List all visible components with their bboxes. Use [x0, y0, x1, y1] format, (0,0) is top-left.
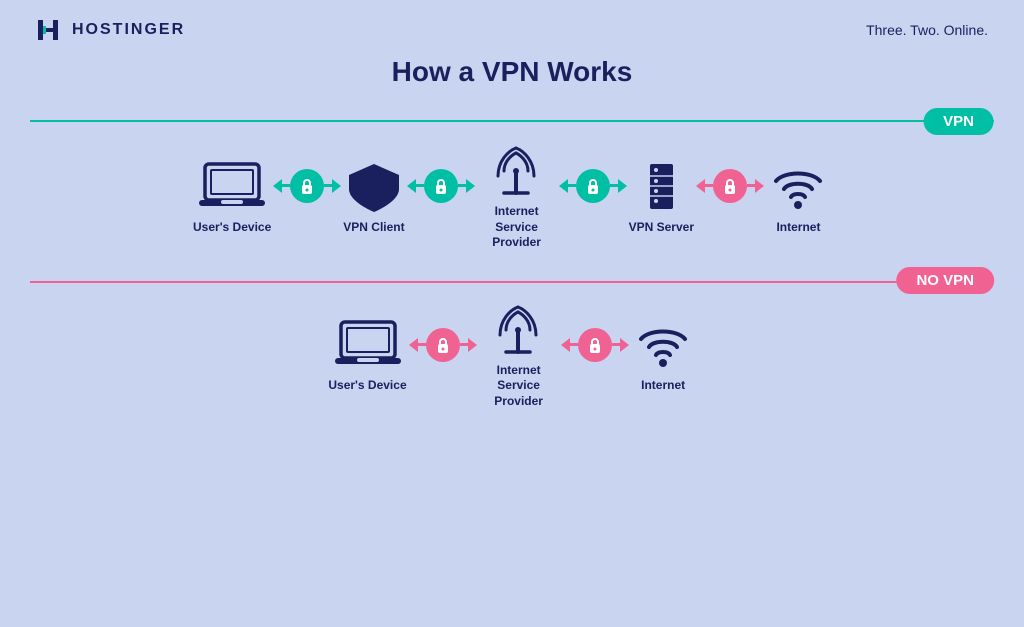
arrow-left-icon	[409, 338, 418, 352]
arrow-stem	[568, 184, 576, 187]
lock-green-icon	[576, 169, 610, 203]
vpn-server-label: VPN Server	[629, 220, 694, 236]
arrow-stem	[418, 343, 426, 346]
logo-text: HOSTINGER	[72, 21, 185, 39]
page: HOSTINGER Three. Two. Online. How a VPN …	[0, 0, 1024, 627]
vpn-arrow-4	[696, 169, 764, 203]
arrow-right-icon	[466, 179, 475, 193]
vpn-client: VPN Client	[343, 159, 404, 236]
arrow-stem	[324, 184, 332, 187]
laptop-icon-2	[333, 317, 403, 372]
arrow-right-icon	[620, 338, 629, 352]
vpn-isp-label: Internet Service Provider	[477, 204, 557, 251]
antenna-icon-2	[486, 302, 551, 357]
lock-red-icon	[578, 328, 612, 362]
novpn-user-device: User's Device	[328, 317, 406, 394]
arrow-left-icon	[273, 179, 282, 193]
vpn-icon-row: User's Device	[30, 143, 994, 251]
logo: HOSTINGER	[36, 18, 185, 42]
vpn-internet: Internet	[766, 159, 831, 236]
arrow-right-icon	[618, 179, 627, 193]
arrow-stem	[416, 184, 424, 187]
arrow-left-icon	[407, 179, 416, 193]
vpn-user-device-label: User's Device	[193, 220, 271, 236]
shield-icon	[344, 159, 404, 214]
vpn-internet-label: Internet	[776, 220, 820, 236]
arrow-left-icon	[559, 179, 568, 193]
arrow-right-icon	[332, 179, 341, 193]
novpn-section: NO VPN User's Device	[30, 259, 994, 410]
vpn-section: VPN User's Device	[30, 98, 994, 259]
arrow-stem	[612, 343, 620, 346]
lock-green-icon	[424, 169, 458, 203]
arrow-stem	[610, 184, 618, 187]
wifi-icon	[766, 159, 831, 214]
lock-red-icon	[426, 328, 460, 362]
wifi-icon-2	[631, 317, 696, 372]
vpn-isp: Internet Service Provider	[477, 143, 557, 251]
novpn-icon-row: User's Device	[30, 302, 994, 410]
novpn-arrow-2	[561, 328, 629, 362]
vpn-arrow-1	[273, 169, 341, 203]
novpn-badge: NO VPN	[896, 267, 994, 294]
vpn-arrow-3	[559, 169, 627, 203]
hostinger-logo-icon	[36, 18, 64, 42]
vpn-server: VPN Server	[629, 159, 694, 236]
novpn-isp-label: Internet Service Provider	[479, 363, 559, 410]
vpn-badge: VPN	[923, 108, 994, 135]
vpn-arrow-2	[407, 169, 475, 203]
server-icon	[634, 159, 689, 214]
arrow-left-icon	[696, 179, 705, 193]
novpn-isp: Internet Service Provider	[479, 302, 559, 410]
arrow-right-icon	[755, 179, 764, 193]
arrow-left-icon	[561, 338, 570, 352]
arrow-stem	[747, 184, 755, 187]
header: HOSTINGER Three. Two. Online.	[0, 0, 1024, 42]
sections: VPN User's Device	[0, 98, 1024, 410]
arrow-stem	[570, 343, 578, 346]
novpn-internet: Internet	[631, 317, 696, 394]
lock-green-icon	[290, 169, 324, 203]
vpn-client-label: VPN Client	[343, 220, 404, 236]
arrow-stem	[458, 184, 466, 187]
tagline: Three. Two. Online.	[866, 22, 988, 38]
antenna-icon	[484, 143, 549, 198]
arrow-stem	[705, 184, 713, 187]
main-title: How a VPN Works	[392, 56, 633, 88]
novpn-internet-label: Internet	[641, 378, 685, 394]
lock-red-icon	[713, 169, 747, 203]
arrow-right-icon	[468, 338, 477, 352]
laptop-icon	[197, 159, 267, 214]
vpn-user-device: User's Device	[193, 159, 271, 236]
novpn-arrow-1	[409, 328, 477, 362]
arrow-stem	[282, 184, 290, 187]
arrow-stem	[460, 343, 468, 346]
novpn-user-device-label: User's Device	[328, 378, 406, 394]
